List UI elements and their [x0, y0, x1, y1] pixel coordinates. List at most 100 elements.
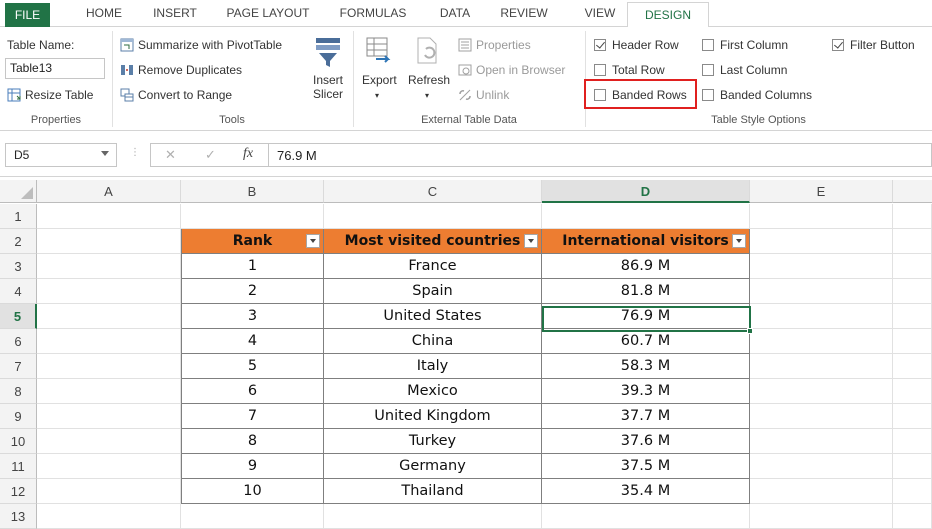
- worksheet-cell[interactable]: [37, 504, 181, 529]
- worksheet-cell[interactable]: [893, 279, 932, 304]
- insert-slicer-button[interactable]: Insert Slicer: [307, 73, 349, 101]
- table-cell[interactable]: 37.6 M: [542, 429, 750, 454]
- table-cell[interactable]: 1: [181, 254, 324, 279]
- worksheet-cell[interactable]: [750, 404, 893, 429]
- enter-icon[interactable]: ✓: [205, 147, 216, 163]
- worksheet-cell[interactable]: [893, 454, 932, 479]
- export-dropdown-icon[interactable]: ▾: [375, 91, 379, 100]
- cancel-icon[interactable]: ✕: [165, 147, 176, 163]
- table-cell[interactable]: Italy: [324, 354, 542, 379]
- summarize-pivot-button[interactable]: Summarize with PivotTable: [120, 38, 282, 52]
- row-header-3[interactable]: 3: [0, 254, 37, 279]
- row-header-12[interactable]: 12: [0, 479, 37, 504]
- tab-data[interactable]: DATA: [434, 0, 476, 27]
- worksheet-cell[interactable]: [37, 454, 181, 479]
- worksheet-cell[interactable]: [750, 229, 893, 254]
- tab-formulas[interactable]: FORMULAS: [336, 0, 410, 27]
- worksheet-cell[interactable]: [181, 204, 324, 229]
- worksheet-cell[interactable]: [37, 329, 181, 354]
- filter-dropdown-icon[interactable]: [524, 234, 538, 248]
- worksheet-cell[interactable]: [542, 204, 750, 229]
- worksheet-cell[interactable]: [893, 229, 932, 254]
- worksheet-cell[interactable]: [37, 479, 181, 504]
- worksheet-cell[interactable]: [893, 304, 932, 329]
- worksheet-cell[interactable]: [893, 354, 932, 379]
- worksheet-cell[interactable]: [893, 329, 932, 354]
- column-header-d[interactable]: D: [542, 180, 750, 203]
- worksheet-cell[interactable]: [750, 429, 893, 454]
- table-cell[interactable]: 81.8 M: [542, 279, 750, 304]
- row-header-1[interactable]: 1: [0, 204, 37, 229]
- table-cell[interactable]: Turkey: [324, 429, 542, 454]
- worksheet-cell[interactable]: [181, 504, 324, 529]
- worksheet-cell[interactable]: [37, 279, 181, 304]
- row-header-8[interactable]: 8: [0, 379, 37, 404]
- table-cell[interactable]: 5: [181, 354, 324, 379]
- worksheet-cell[interactable]: [750, 354, 893, 379]
- filter-dropdown-icon[interactable]: [732, 234, 746, 248]
- column-header-e[interactable]: E: [750, 180, 893, 203]
- column-header-f[interactable]: [893, 180, 932, 203]
- column-header-c[interactable]: C: [324, 180, 542, 203]
- fill-handle[interactable]: [747, 328, 753, 334]
- worksheet-cell[interactable]: [893, 479, 932, 504]
- worksheet-cell[interactable]: [542, 504, 750, 529]
- worksheet-cell[interactable]: [324, 204, 542, 229]
- refresh-dropdown-icon[interactable]: ▾: [425, 91, 429, 100]
- table-cell[interactable]: 7: [181, 404, 324, 429]
- worksheet-cell[interactable]: [37, 379, 181, 404]
- row-header-6[interactable]: 6: [0, 329, 37, 354]
- worksheet-cell[interactable]: [324, 504, 542, 529]
- tab-design[interactable]: DESIGN: [627, 2, 709, 28]
- table-cell[interactable]: 3: [181, 304, 324, 329]
- select-all-button[interactable]: [0, 180, 37, 203]
- banded-columns-checkbox[interactable]: Banded Columns: [702, 88, 812, 102]
- column-header-a[interactable]: A: [37, 180, 181, 203]
- worksheet-cell[interactable]: [37, 404, 181, 429]
- worksheet-cell[interactable]: [893, 379, 932, 404]
- worksheet-cell[interactable]: [750, 454, 893, 479]
- open-in-browser-button[interactable]: Open in Browser: [458, 63, 565, 77]
- tab-page-layout[interactable]: PAGE LAYOUT: [224, 0, 312, 27]
- tab-file[interactable]: FILE: [5, 3, 50, 27]
- table-cell[interactable]: Germany: [324, 454, 542, 479]
- worksheet-cell[interactable]: [750, 279, 893, 304]
- worksheet-cell[interactable]: [750, 254, 893, 279]
- resize-table-button[interactable]: Resize Table: [7, 88, 93, 102]
- table-cell[interactable]: 8: [181, 429, 324, 454]
- table-cell[interactable]: Thailand: [324, 479, 542, 504]
- header-row-checkbox[interactable]: Header Row: [594, 38, 679, 52]
- worksheet-cell[interactable]: [893, 404, 932, 429]
- worksheet-cell[interactable]: [37, 254, 181, 279]
- first-column-checkbox[interactable]: First Column: [702, 38, 788, 52]
- table-header-cell[interactable]: International visitors: [542, 229, 750, 254]
- filter-button-checkbox[interactable]: Filter Button: [832, 38, 915, 52]
- worksheet-cell[interactable]: [893, 254, 932, 279]
- name-box-dropdown-icon[interactable]: [101, 151, 109, 156]
- table-header-cell[interactable]: Most visited countries: [324, 229, 542, 254]
- table-cell[interactable]: 6: [181, 379, 324, 404]
- filter-dropdown-icon[interactable]: [306, 234, 320, 248]
- convert-range-button[interactable]: Convert to Range: [120, 88, 232, 102]
- tab-insert[interactable]: INSERT: [150, 0, 200, 27]
- table-cell[interactable]: 10: [181, 479, 324, 504]
- row-header-4[interactable]: 4: [0, 279, 37, 304]
- worksheet-cell[interactable]: [750, 329, 893, 354]
- table-cell[interactable]: 9: [181, 454, 324, 479]
- table-cell[interactable]: Mexico: [324, 379, 542, 404]
- row-header-5[interactable]: 5: [0, 304, 37, 329]
- formula-input[interactable]: 76.9 M: [268, 143, 932, 167]
- table-cell[interactable]: 2: [181, 279, 324, 304]
- row-header-7[interactable]: 7: [0, 354, 37, 379]
- table-cell[interactable]: United Kingdom: [324, 404, 542, 429]
- table-header-cell[interactable]: Rank: [181, 229, 324, 254]
- row-header-10[interactable]: 10: [0, 429, 37, 454]
- table-cell[interactable]: France: [324, 254, 542, 279]
- insert-function-icon[interactable]: fx: [243, 146, 253, 162]
- worksheet-cell[interactable]: [893, 504, 932, 529]
- refresh-button[interactable]: Refresh: [408, 73, 450, 87]
- table-cell[interactable]: 4: [181, 329, 324, 354]
- total-row-checkbox[interactable]: Total Row: [594, 63, 665, 77]
- table-cell[interactable]: China: [324, 329, 542, 354]
- table-cell[interactable]: United States: [324, 304, 542, 329]
